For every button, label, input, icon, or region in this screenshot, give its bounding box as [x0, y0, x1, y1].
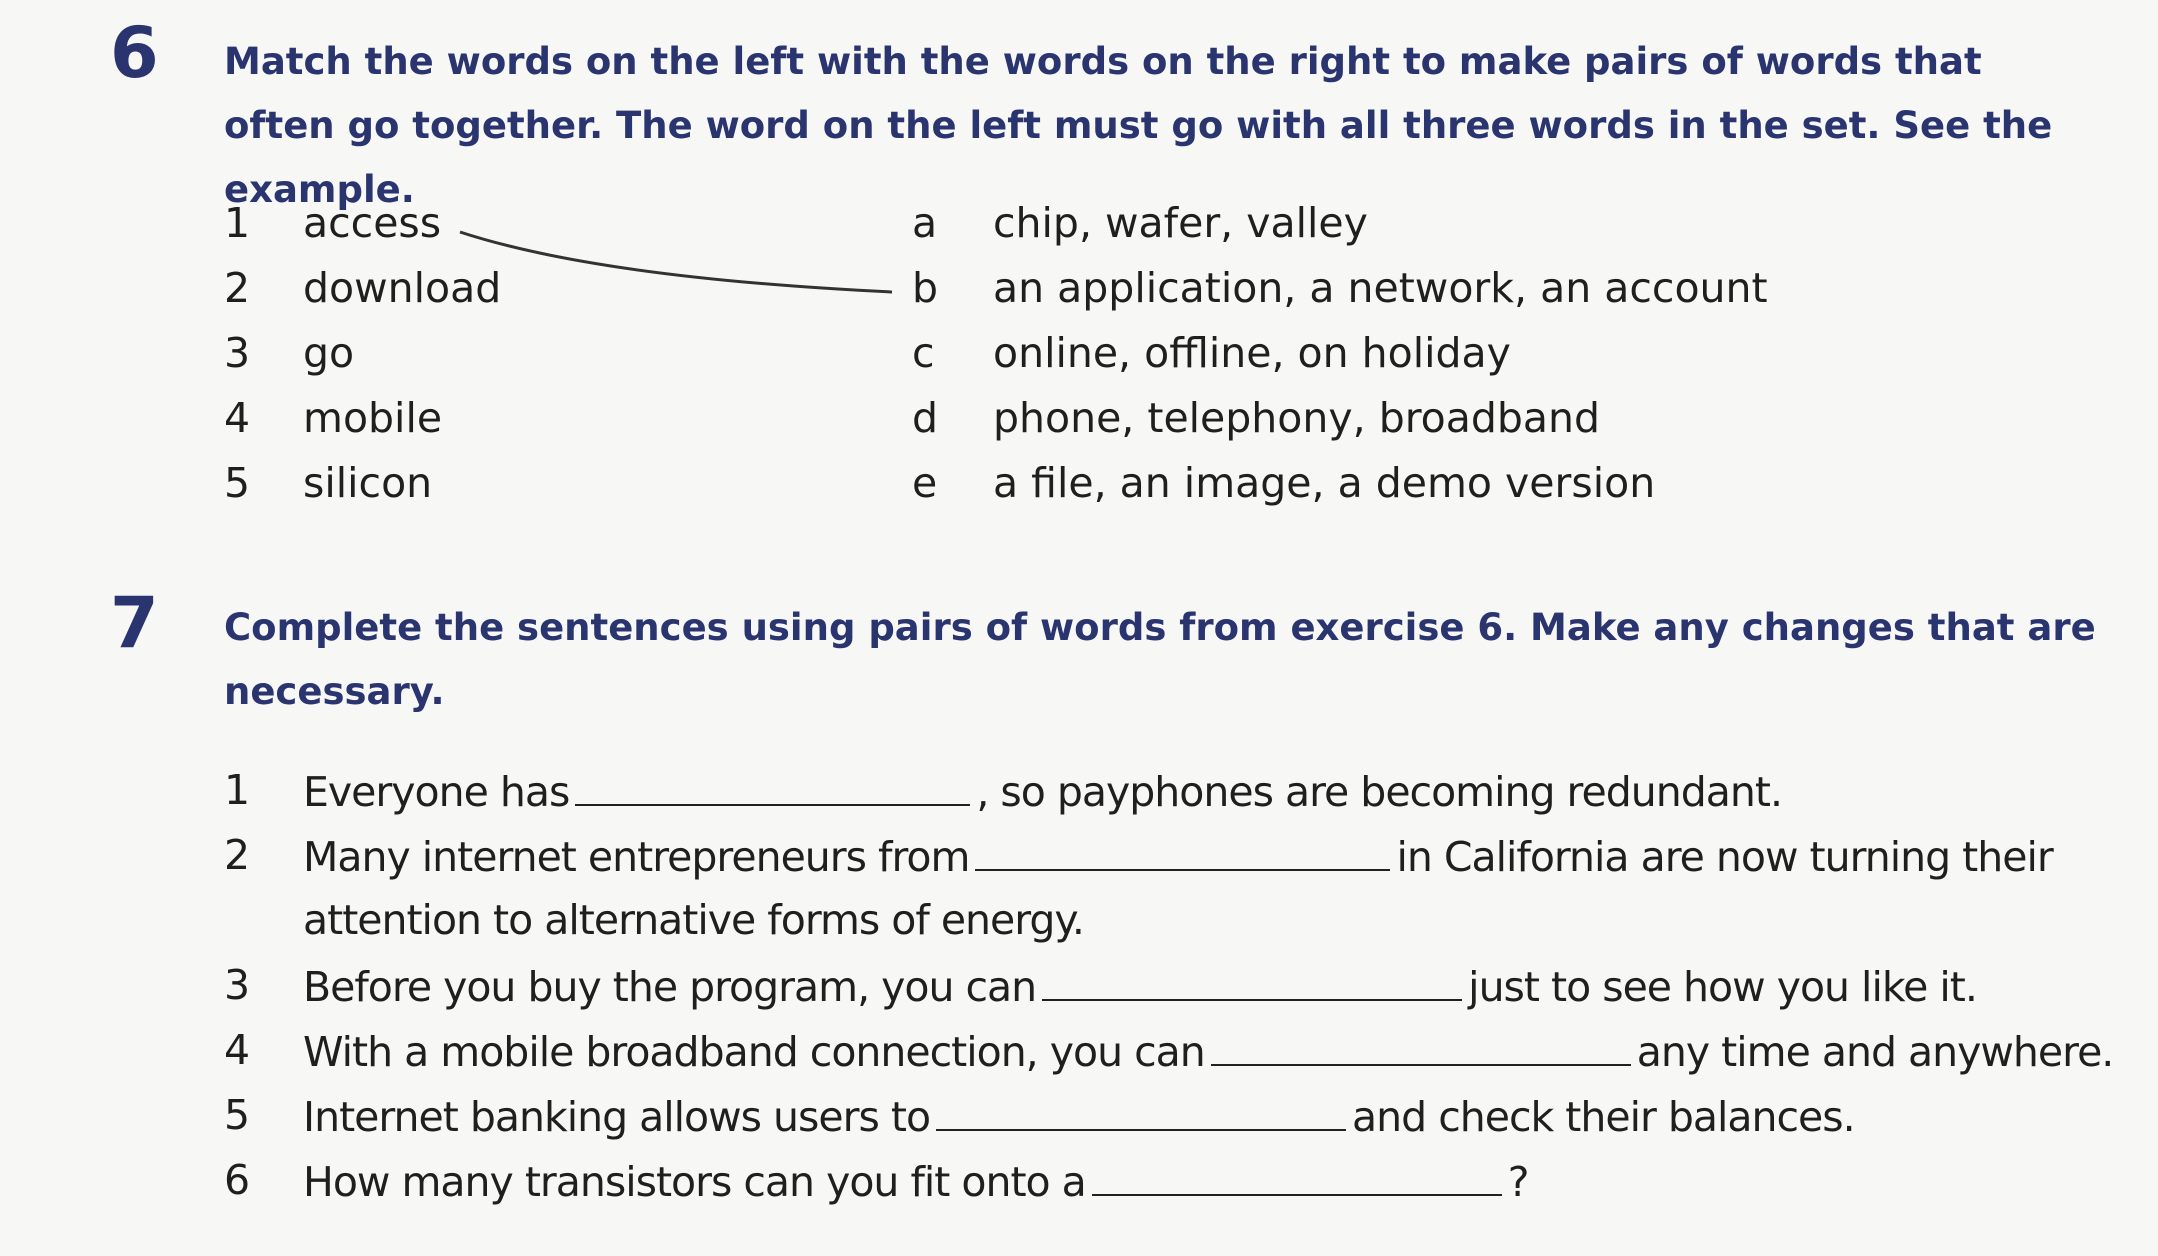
answer-blank[interactable] [1210, 1020, 1631, 1066]
answer-blank[interactable] [975, 825, 1391, 871]
sentence-text-before: Many internet entrepreneurs from [303, 833, 970, 881]
sentence-text-after: in California are now turning their [1396, 833, 2053, 881]
sentence-number: 4 [224, 1026, 251, 1074]
sentence-text-after: just to see how you like it. [1468, 963, 1978, 1011]
sentence-text-before: With a mobile broadband connection, you … [303, 1028, 1206, 1076]
left-number: 3 [224, 329, 251, 377]
left-number: 2 [224, 264, 251, 312]
right-letter: e [912, 459, 938, 507]
sentence-text-before: Internet banking allows users to [303, 1093, 931, 1141]
right-set: online, offline, on holiday [993, 329, 1511, 377]
sentence-2-continuation: attention to alternative forms of energy… [303, 896, 1085, 944]
sentence-text-before: How many transistors can you fit onto a [303, 1158, 1087, 1206]
left-word: download [303, 264, 502, 312]
right-set: chip, wafer, valley [993, 199, 1368, 247]
exercise-7-number: 7 [110, 582, 159, 664]
answer-blank[interactable] [1042, 955, 1463, 1001]
sentence-4-text: With a mobile broadband connection, you … [303, 1020, 2115, 1082]
sentence-text-before: Before you buy the program, you can [303, 963, 1037, 1011]
right-letter: d [912, 394, 939, 442]
sentence-6-text: How many transistors can you fit onto a? [303, 1150, 1530, 1212]
sentence-text-after: ? [1507, 1158, 1530, 1206]
left-word: go [303, 329, 355, 377]
left-number: 1 [224, 199, 251, 247]
answer-blank[interactable] [936, 1085, 1347, 1131]
answer-blank[interactable] [575, 760, 971, 806]
left-word: mobile [303, 394, 443, 442]
exercise-7-instruction: Complete the sentences using pairs of wo… [224, 606, 2096, 713]
sentence-number: 6 [224, 1156, 251, 1204]
sentence-number: 2 [224, 831, 251, 879]
sentence-text-after: , so payphones are becoming redundant. [976, 768, 1783, 816]
sentence-1-text: Everyone has , so payphones are becoming … [303, 760, 1783, 822]
sentence-text-after: any time and anywhere. [1636, 1028, 2115, 1076]
sentence-number: 3 [224, 961, 251, 1009]
sentence-text-before: Everyone has [303, 768, 570, 816]
left-word: silicon [303, 459, 433, 507]
answer-blank[interactable] [1091, 1150, 1502, 1196]
left-word: access [303, 199, 442, 247]
left-number: 4 [224, 394, 251, 442]
exercise-6-number: 6 [110, 12, 159, 94]
right-letter: b [912, 264, 939, 312]
right-set: an application, a network, an account [993, 264, 1768, 312]
sentence-text-after: and check their balances. [1352, 1093, 1856, 1141]
sentence-number: 1 [224, 766, 251, 814]
sentence-3-text: Before you buy the program, you can just … [303, 955, 1978, 1017]
sentence-2-text: Many internet entrepreneurs from in Calif… [303, 825, 2054, 887]
right-letter: a [912, 199, 938, 247]
right-set: phone, telephony, broadband [993, 394, 1601, 442]
sentence-number: 5 [224, 1091, 251, 1139]
right-letter: c [912, 329, 935, 377]
left-number: 5 [224, 459, 251, 507]
right-set: a file, an image, a demo version [993, 459, 1656, 507]
sentence-5-text: Internet banking allows users to and chec… [303, 1085, 1856, 1147]
